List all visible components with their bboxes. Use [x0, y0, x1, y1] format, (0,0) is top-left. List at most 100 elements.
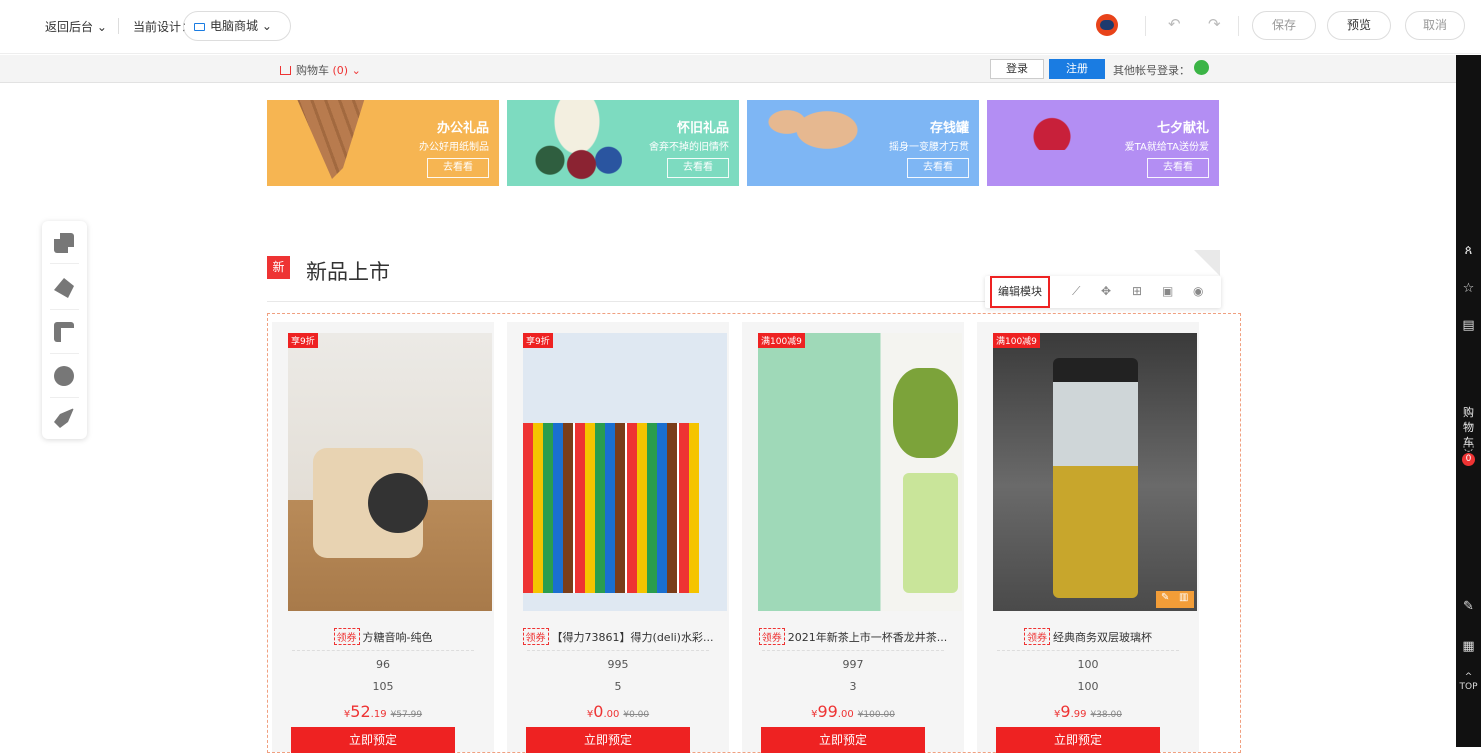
- product-name-row[interactable]: 领券 经典商务双层玻璃杯: [977, 628, 1199, 645]
- coupon-badge[interactable]: 领券: [1024, 628, 1050, 645]
- product-image[interactable]: 满100减9: [758, 333, 962, 611]
- tea-leaves: [893, 368, 958, 458]
- left-tool-panel: [42, 221, 87, 439]
- chevron-down-icon: ⌄: [348, 64, 361, 77]
- product-image[interactable]: 满100减9 ✎ ▥: [993, 333, 1197, 611]
- divider: [1145, 16, 1146, 36]
- coupon-badge[interactable]: 领券: [522, 628, 549, 645]
- price-integer: 99: [817, 702, 838, 721]
- cart-count: (0): [332, 64, 349, 77]
- banner-subtitle: 爱TA就给TA送份爱: [1124, 142, 1209, 153]
- move-icon[interactable]: ✥: [1101, 284, 1111, 298]
- edit-icon[interactable]: ✎: [1456, 599, 1481, 614]
- wechat-login-icon[interactable]: [1194, 60, 1209, 75]
- divider: [50, 263, 79, 264]
- tea-glass: [903, 473, 958, 593]
- image-edit-controls[interactable]: ✎ ▥: [1156, 591, 1194, 608]
- banner-title: 七夕献礼: [1156, 121, 1209, 136]
- drag-handle-icon[interactable]: [1194, 250, 1220, 276]
- product-card[interactable]: 满100减9 ✎ ▥ 领券 经典商务双层玻璃杯 100 100 ¥9.99 ¥38.0…: [977, 322, 1199, 753]
- discount-tag: 享9折: [288, 333, 318, 348]
- banner-button[interactable]: 去看看: [667, 158, 729, 178]
- pencil-icon[interactable]: ✎: [1161, 592, 1169, 603]
- banner-button[interactable]: 去看看: [1147, 158, 1209, 178]
- design-select[interactable]: 电脑商城 ⌄: [183, 11, 291, 41]
- product-name: 【得力73861】得力(deli)水彩...: [551, 631, 714, 644]
- price: ¥0.00 ¥0.00: [507, 702, 729, 721]
- reserve-button[interactable]: 立即预定: [761, 727, 925, 753]
- price-integer: 9: [1060, 702, 1071, 721]
- product-stat-2: 5: [614, 680, 622, 693]
- monitor-icon: [194, 22, 205, 31]
- banner-office-gifts[interactable]: 办公礼品 办公好用纸制品 去看看: [267, 100, 499, 186]
- undo-icon[interactable]: ↶: [1168, 15, 1181, 33]
- reserve-button[interactable]: 立即预定: [996, 727, 1160, 753]
- product-card[interactable]: 满100减9 领券 2021年新茶上市一杯香龙井茶... 997 3 ¥99.00…: [742, 322, 964, 753]
- reserve-button[interactable]: 立即预定: [291, 727, 455, 753]
- cart-link[interactable]: 购物车 (0) ⌄: [280, 62, 361, 78]
- back-to-top-button[interactable]: ^ TOP: [1456, 672, 1481, 692]
- list-icon[interactable]: ▤: [1456, 318, 1481, 333]
- price-decimal: .99: [1070, 709, 1087, 720]
- copy-icon[interactable]: ▣: [1162, 284, 1173, 298]
- banner-qixi-gifts[interactable]: 七夕献礼 爱TA就给TA送份爱 去看看: [987, 100, 1219, 186]
- coupon-badge[interactable]: 领券: [758, 628, 785, 645]
- layers-icon[interactable]: [54, 233, 74, 253]
- other-login-label: 其他帐号登录：: [1113, 64, 1190, 77]
- chat-icon[interactable]: ◌: [1456, 439, 1481, 454]
- eye-icon[interactable]: ◉: [1193, 284, 1203, 298]
- divider: [762, 650, 944, 651]
- coupon-badge[interactable]: 领券: [333, 628, 360, 645]
- banner-nostalgic-gifts[interactable]: 怀旧礼品 舍弃不掉的旧情怀 去看看: [507, 100, 739, 186]
- sidebar-cart[interactable]: 购物车 0: [1456, 405, 1481, 466]
- login-button[interactable]: 登录: [990, 59, 1044, 79]
- top-label: TOP: [1459, 682, 1478, 692]
- divider: [118, 18, 119, 34]
- product-image[interactable]: 享9折: [523, 333, 727, 611]
- banner-piggy-bank[interactable]: 存钱罐 摇身一变腰才万贯 去看看: [747, 100, 979, 186]
- product-name: 经典商务双层玻璃杯: [1053, 631, 1152, 644]
- section-title: 新品上市: [306, 260, 390, 284]
- editor-toolbar: 返回后台 ⌄ 当前设计： 电脑商城 ⌄ ↶ ↷ 保存 预览 取消: [0, 0, 1481, 54]
- product-card[interactable]: 享9折 领券 【得力73861】得力(deli)水彩... 995 5 ¥0.00…: [507, 322, 729, 753]
- register-button[interactable]: 注册: [1049, 59, 1105, 79]
- brush-icon[interactable]: [54, 278, 74, 298]
- product-stat-1: 100: [1077, 658, 1099, 671]
- qr-code-icon[interactable]: ▦: [1456, 639, 1481, 654]
- robot-assistant-icon[interactable]: [1096, 14, 1118, 36]
- preview-button[interactable]: 预览: [1327, 11, 1391, 40]
- product-name: 方糖音响-纯色: [362, 631, 433, 644]
- redo-icon[interactable]: ↷: [1208, 15, 1221, 33]
- original-price: ¥100.00: [857, 710, 895, 720]
- user-icon[interactable]: ጰ: [1456, 243, 1481, 258]
- settings-icon[interactable]: [54, 366, 74, 386]
- original-price: ¥0.00: [623, 710, 650, 720]
- back-to-admin-dropdown[interactable]: 返回后台 ⌄: [45, 18, 107, 35]
- banner-button[interactable]: 去看看: [427, 158, 489, 178]
- save-button[interactable]: 保存: [1252, 11, 1316, 40]
- edit-module-button[interactable]: 编辑模块: [990, 276, 1050, 308]
- product-stat-1: 997: [842, 658, 864, 671]
- star-icon[interactable]: ☆: [1456, 281, 1481, 296]
- layout-icon[interactable]: [54, 322, 74, 342]
- price: ¥52.19 ¥57.99: [272, 702, 494, 721]
- banner-image: [762, 100, 862, 170]
- rocket-icon[interactable]: [54, 408, 74, 428]
- speaker-driver: [368, 473, 428, 533]
- product-name-row[interactable]: 领券 【得力73861】得力(deli)水彩...: [507, 628, 729, 645]
- banner-title: 怀旧礼品: [676, 121, 729, 136]
- module-toolbar: 编辑模块 ⟋ ✥ ⊞ ▣ ◉: [985, 276, 1221, 308]
- product-card[interactable]: 享9折 领券 方糖音响-纯色 96 105 ¥52.19 ¥57.99 立即预定: [272, 322, 494, 753]
- reserve-button[interactable]: 立即预定: [526, 727, 690, 753]
- cancel-button[interactable]: 取消: [1405, 11, 1465, 40]
- divider: [50, 353, 79, 354]
- product-name-row[interactable]: 领券 方糖音响-纯色: [272, 628, 494, 645]
- product-stat-1: 96: [376, 658, 390, 671]
- grid-icon[interactable]: ⊞: [1132, 284, 1142, 298]
- product-image[interactable]: 享9折: [288, 333, 492, 611]
- product-stat-2: 100: [1077, 680, 1099, 693]
- magic-wand-icon[interactable]: ⟋: [1072, 284, 1080, 299]
- banner-button[interactable]: 去看看: [907, 158, 969, 178]
- product-name-row[interactable]: 领券 2021年新茶上市一杯香龙井茶...: [742, 628, 964, 645]
- trash-icon[interactable]: ▥: [1179, 592, 1188, 603]
